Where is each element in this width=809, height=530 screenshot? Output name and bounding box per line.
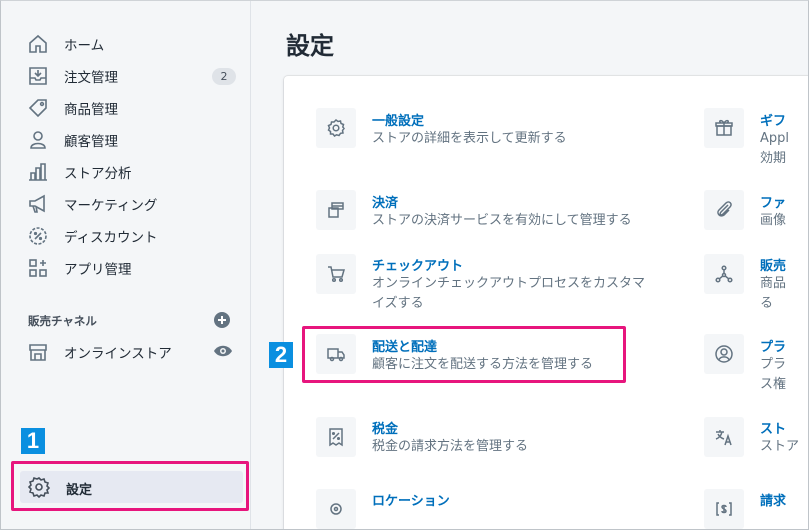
highlight-settings <box>11 461 249 511</box>
setting-tile <box>704 190 744 230</box>
setting-tile <box>316 254 356 294</box>
setting-desc: ストアの決済サービスを有効にして管理する <box>372 213 632 228</box>
sidebar-item-label: マーケティング <box>64 198 158 214</box>
sidebar-item-home[interactable]: ホーム <box>1 28 251 60</box>
setting-title[interactable]: 請求 <box>760 490 808 509</box>
sidebar-item-marketing[interactable]: マーケティング <box>1 188 251 220</box>
sidebar-item-label: ディスカウント <box>64 230 158 246</box>
payment-card-icon <box>328 202 344 218</box>
eye-icon[interactable] <box>213 343 233 359</box>
tag-icon <box>28 99 47 118</box>
paperclip-icon <box>717 201 732 217</box>
apps-icon <box>29 259 47 277</box>
sidebar-item-label: アプリ管理 <box>64 262 132 278</box>
sidebar-item-label: ホーム <box>64 38 105 54</box>
sidebar-item-discounts[interactable]: ディスカウント <box>1 220 251 252</box>
sidebar-item-label: 商品管理 <box>64 102 118 118</box>
page-title: 設定 <box>286 32 334 60</box>
setting-title[interactable]: 税金 <box>372 418 398 437</box>
setting-title[interactable]: ロケーション <box>372 490 450 509</box>
step-1-badge: 1 <box>21 428 45 454</box>
setting-tile <box>316 489 356 529</box>
translate-icon <box>715 430 732 446</box>
bar-chart-icon <box>29 163 47 181</box>
channels-icon <box>715 265 733 283</box>
sidebar-item-label: オンラインストア <box>64 346 172 362</box>
gear-icon <box>327 119 345 137</box>
sidebar-item-orders[interactable]: 注文管理 2 <box>1 60 251 92</box>
sidebar-item-analytics[interactable]: ストア分析 <box>1 156 251 188</box>
setting-tile <box>704 417 744 457</box>
sidebar-item-products[interactable]: 商品管理 <box>1 92 251 124</box>
setting-title[interactable]: 決済 <box>372 192 398 211</box>
setting-title[interactable]: スト <box>760 418 808 437</box>
setting-title[interactable]: チェックアウト <box>372 255 463 274</box>
account-icon <box>715 345 733 363</box>
setting-desc: オンラインチェックアウトプロセスをカスタマ イズする <box>372 276 646 311</box>
setting-tile <box>704 334 744 374</box>
setting-tile <box>316 417 356 457</box>
person-icon <box>30 131 46 149</box>
setting-desc: 画像 <box>760 213 787 228</box>
location-icon <box>330 503 342 515</box>
gift-icon <box>715 119 733 136</box>
discount-icon <box>29 227 47 245</box>
sidebar-item-label: ストア分析 <box>64 166 132 182</box>
setting-tile <box>704 489 744 529</box>
orders-icon <box>29 67 47 85</box>
setting-tile <box>704 108 744 148</box>
setting-title[interactable]: 販売 <box>760 255 808 274</box>
setting-title[interactable]: プラ <box>760 336 808 355</box>
setting-desc: ストア <box>760 439 800 454</box>
sidebar-item-apps[interactable]: アプリ管理 <box>1 252 251 284</box>
setting-title[interactable]: 一般設定 <box>372 110 424 129</box>
setting-title[interactable]: ファ <box>760 192 808 211</box>
cart-icon <box>328 266 345 283</box>
sidebar-item-customers[interactable]: 顧客管理 <box>1 124 251 156</box>
orders-count-badge: 2 <box>212 68 236 85</box>
sales-channels-title: 販売チャネル <box>28 314 97 328</box>
setting-tile <box>316 108 356 148</box>
receipt-icon <box>329 428 343 447</box>
setting-desc: 税金の請求方法を管理する <box>372 439 529 454</box>
setting-tile <box>316 190 356 230</box>
megaphone-icon <box>29 194 45 213</box>
setting-title[interactable]: ギフ <box>760 110 808 129</box>
store-icon <box>29 344 47 361</box>
setting-desc: ストアの詳細を表示して更新する <box>372 131 567 146</box>
add-channel-icon[interactable] <box>213 311 231 329</box>
setting-desc: プラ ス権 <box>760 357 787 392</box>
setting-desc: Appl 効期 <box>760 131 790 166</box>
sidebar-item-label: 顧客管理 <box>64 134 118 150</box>
sidebar-item-label: 注文管理 <box>64 70 118 86</box>
billing-icon <box>716 502 732 516</box>
setting-desc: 商品 る <box>760 276 787 311</box>
setting-tile <box>704 254 744 294</box>
highlight-shipping <box>302 326 626 383</box>
step-2-badge: 2 <box>269 342 293 368</box>
home-icon <box>29 34 47 53</box>
